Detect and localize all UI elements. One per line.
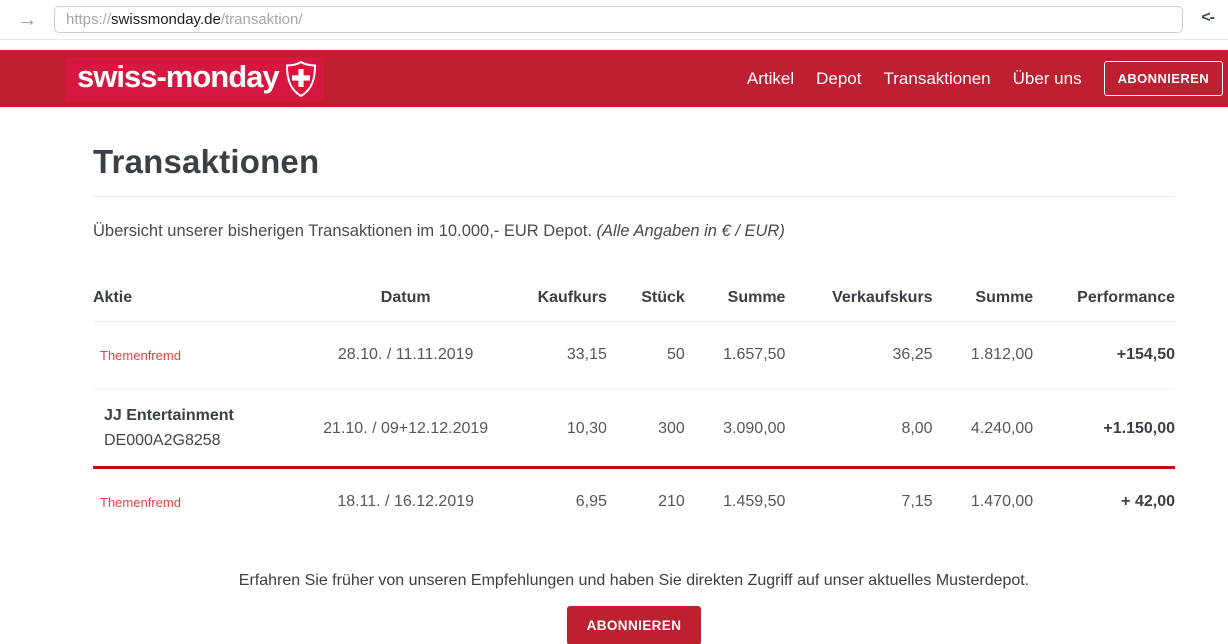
page-subtitle: Übersicht unserer bisherigen Transaktion… <box>93 222 1175 241</box>
col-header-stueck: Stück <box>607 289 685 322</box>
col-header-datum: Datum <box>315 289 497 322</box>
page-title: Transaktionen <box>93 143 1175 181</box>
logo-text: swiss-monday <box>77 61 279 96</box>
nav-item-depot[interactable]: Depot <box>816 69 861 89</box>
cell-datum: 21.10. / 09+12.12.2019 <box>315 389 497 468</box>
title-divider <box>93 196 1175 197</box>
swiss-shield-icon <box>286 61 316 97</box>
table-row: Themenfremd 18.11. / 16.12.2019 6,95 210… <box>93 468 1175 542</box>
site-header: swiss-monday Artikel Depot Transaktionen… <box>0 50 1228 107</box>
main-content: Transaktionen Übersicht unserer bisherig… <box>0 143 1228 644</box>
cell-verkaufskurs: 36,25 <box>785 322 932 389</box>
subtitle-note: (Alle Angaben in € / EUR) <box>597 222 785 240</box>
subtitle-text: Übersicht unserer bisherigen Transaktion… <box>93 222 597 240</box>
cell-aktie: Themenfremd <box>93 468 315 542</box>
forward-arrow-icon[interactable]: → <box>0 9 54 30</box>
main-nav: Artikel Depot Transaktionen Über uns ABO… <box>747 61 1226 96</box>
cell-datum: 18.11. / 16.12.2019 <box>315 468 497 542</box>
cell-summe-verkauf: 1.470,00 <box>933 468 1034 542</box>
subscribe-button-footer[interactable]: ABONNIEREN <box>567 606 702 644</box>
transactions-table: Aktie Datum Kaufkurs Stück Summe Verkauf… <box>93 289 1175 541</box>
back-arrow-icon[interactable]: <- <box>1201 9 1214 27</box>
url-domain: swissmonday.de <box>111 11 221 28</box>
nav-item-transaktionen[interactable]: Transaktionen <box>884 69 991 89</box>
subscribe-button-header[interactable]: ABONNIEREN <box>1104 61 1223 96</box>
cell-summe-verkauf: 4.240,00 <box>933 389 1034 468</box>
col-header-verkaufskurs: Verkaufskurs <box>785 289 932 322</box>
cta-container: ABONNIEREN <box>93 606 1175 644</box>
cell-summe-kauf: 3.090,00 <box>685 389 786 468</box>
cell-stueck: 50 <box>607 322 685 389</box>
url-scheme: https:// <box>66 11 111 28</box>
cell-summe-kauf: 1.459,50 <box>685 468 786 542</box>
col-header-kaufkurs: Kaufkurs <box>497 289 607 322</box>
nav-item-artikel[interactable]: Artikel <box>747 69 794 89</box>
cell-datum: 28.10. / 11.11.2019 <box>315 322 497 389</box>
cell-aktie: Themenfremd <box>93 322 315 389</box>
stock-name: JJ Entertainment <box>93 407 315 425</box>
browser-toolbar: → https://swissmonday.de/transaktion/ <- <box>0 0 1228 40</box>
col-header-summe-verkauf: Summe <box>933 289 1034 322</box>
cell-kaufkurs: 10,30 <box>497 389 607 468</box>
cell-performance: +1.150,00 <box>1033 389 1175 468</box>
cell-performance: + 42,00 <box>1033 468 1175 542</box>
cell-kaufkurs: 33,15 <box>497 322 607 389</box>
address-bar[interactable]: https://swissmonday.de/transaktion/ <box>54 6 1183 33</box>
url-path: /transaktion/ <box>221 11 303 28</box>
col-header-summe-kauf: Summe <box>685 289 786 322</box>
logo[interactable]: swiss-monday <box>65 57 324 101</box>
cell-stueck: 300 <box>607 389 685 468</box>
table-row: Themenfremd 28.10. / 11.11.2019 33,15 50… <box>93 322 1175 389</box>
cell-stueck: 210 <box>607 468 685 542</box>
cta-text: Erfahren Sie früher von unseren Empfehlu… <box>93 572 1175 590</box>
table-row-highlighted: JJ Entertainment DE000A2G8258 21.10. / 0… <box>93 389 1175 468</box>
cell-performance: +154,50 <box>1033 322 1175 389</box>
table-header-row: Aktie Datum Kaufkurs Stück Summe Verkauf… <box>93 289 1175 322</box>
cell-verkaufskurs: 8,00 <box>785 389 932 468</box>
cell-aktie: JJ Entertainment DE000A2G8258 <box>93 389 315 468</box>
col-header-aktie: Aktie <box>93 289 315 322</box>
col-header-performance: Performance <box>1033 289 1175 322</box>
nav-item-ueber-uns[interactable]: Über uns <box>1013 69 1082 89</box>
cell-summe-verkauf: 1.812,00 <box>933 322 1034 389</box>
cell-kaufkurs: 6,95 <box>497 468 607 542</box>
stock-isin: DE000A2G8258 <box>93 432 315 450</box>
cell-verkaufskurs: 7,15 <box>785 468 932 542</box>
cell-summe-kauf: 1.657,50 <box>685 322 786 389</box>
